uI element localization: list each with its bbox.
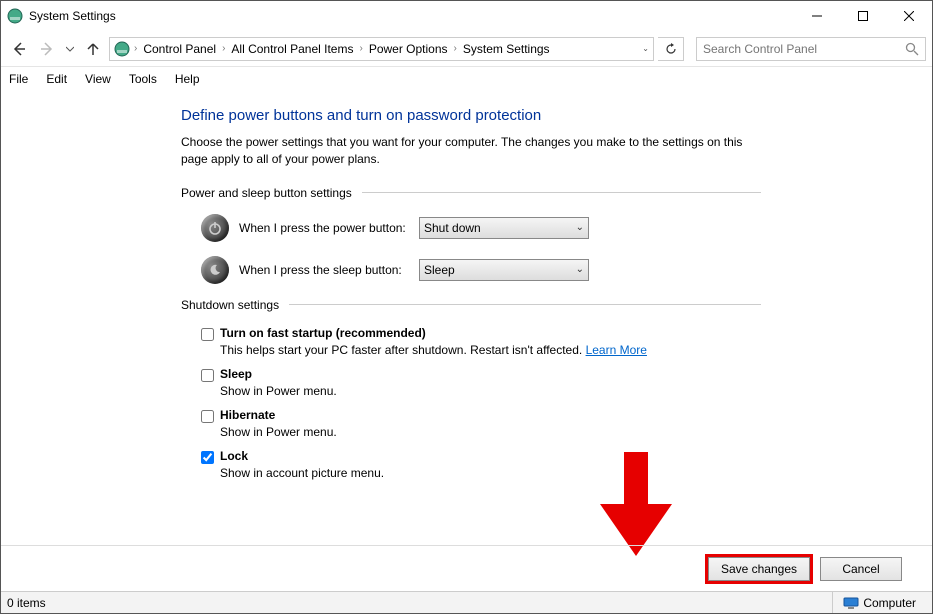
- main-content: Define power buttons and turn on passwor…: [1, 91, 932, 545]
- menu-view[interactable]: View: [85, 72, 111, 86]
- section-title: Shutdown settings: [181, 298, 279, 312]
- power-button-row: When I press the power button: Shut down…: [201, 214, 932, 242]
- sleep-button-label: When I press the sleep button:: [239, 263, 419, 277]
- minimize-button[interactable]: [794, 1, 840, 31]
- search-input[interactable]: [703, 42, 905, 56]
- sleep-button-select[interactable]: Sleep ⌄: [419, 259, 589, 281]
- up-button[interactable]: [81, 37, 105, 61]
- save-changes-button[interactable]: Save changes: [708, 557, 810, 581]
- breadcrumb-item[interactable]: Control Panel: [141, 42, 218, 56]
- chevron-right-icon[interactable]: ›: [454, 43, 457, 54]
- sleep-desc: Show in Power menu.: [220, 384, 932, 398]
- menu-file[interactable]: File: [9, 72, 28, 86]
- status-bar: 0 items Computer: [1, 591, 932, 613]
- navigation-bar: › Control Panel › All Control Panel Item…: [1, 31, 932, 67]
- search-box[interactable]: [696, 37, 926, 61]
- chevron-right-icon[interactable]: ›: [134, 43, 137, 54]
- page-description: Choose the power settings that you want …: [181, 134, 761, 168]
- menu-help[interactable]: Help: [175, 72, 200, 86]
- forward-button[interactable]: [35, 37, 59, 61]
- window-title: System Settings: [29, 9, 794, 23]
- breadcrumb-item[interactable]: All Control Panel Items: [229, 42, 355, 56]
- chevron-right-icon[interactable]: ›: [222, 43, 225, 54]
- power-button-label: When I press the power button:: [239, 221, 419, 235]
- computer-icon: [843, 597, 859, 609]
- fast-startup-desc: This helps start your PC faster after sh…: [220, 343, 932, 357]
- chevron-down-icon: ⌄: [576, 264, 584, 275]
- lock-label: Lock: [220, 449, 248, 463]
- breadcrumb-item[interactable]: System Settings: [461, 42, 552, 56]
- chevron-down-icon[interactable]: ⌄: [642, 44, 649, 53]
- sleep-label: Sleep: [220, 367, 252, 381]
- status-items: 0 items: [7, 596, 832, 610]
- lock-checkbox[interactable]: [201, 451, 214, 464]
- menu-edit[interactable]: Edit: [46, 72, 67, 86]
- sleep-icon: [201, 256, 229, 284]
- title-bar: System Settings: [1, 1, 932, 31]
- hibernate-label: Hibernate: [220, 408, 275, 422]
- sleep-button-row: When I press the sleep button: Sleep ⌄: [201, 256, 932, 284]
- fast-startup-checkbox[interactable]: [201, 328, 214, 341]
- power-icon: [201, 214, 229, 242]
- address-bar[interactable]: › Control Panel › All Control Panel Item…: [109, 37, 654, 61]
- close-button[interactable]: [886, 1, 932, 31]
- footer-buttons: Save changes Cancel: [1, 545, 932, 591]
- menu-bar: File Edit View Tools Help: [1, 67, 932, 91]
- select-value: Shut down: [424, 221, 481, 235]
- status-computer[interactable]: Computer: [832, 592, 926, 613]
- back-button[interactable]: [7, 37, 31, 61]
- fast-startup-label: Turn on fast startup (recommended): [220, 326, 426, 340]
- chevron-right-icon[interactable]: ›: [359, 43, 362, 54]
- maximize-button[interactable]: [840, 1, 886, 31]
- menu-tools[interactable]: Tools: [129, 72, 157, 86]
- select-value: Sleep: [424, 263, 455, 277]
- hibernate-checkbox[interactable]: [201, 410, 214, 423]
- search-icon: [905, 42, 919, 56]
- lock-desc: Show in account picture menu.: [220, 466, 932, 480]
- page-heading: Define power buttons and turn on passwor…: [181, 107, 932, 124]
- section-shutdown: Shutdown settings: [181, 298, 761, 312]
- hibernate-desc: Show in Power menu.: [220, 425, 932, 439]
- learn-more-link[interactable]: Learn More: [586, 343, 647, 357]
- section-power-sleep: Power and sleep button settings: [181, 186, 761, 200]
- chevron-down-icon: ⌄: [576, 222, 584, 233]
- power-options-icon: [7, 8, 23, 24]
- power-options-icon: [114, 41, 130, 57]
- sleep-checkbox[interactable]: [201, 369, 214, 382]
- cancel-button[interactable]: Cancel: [820, 557, 902, 581]
- power-button-select[interactable]: Shut down ⌄: [419, 217, 589, 239]
- section-title: Power and sleep button settings: [181, 186, 352, 200]
- refresh-button[interactable]: [658, 37, 684, 61]
- recent-locations-button[interactable]: [63, 37, 77, 61]
- breadcrumb-item[interactable]: Power Options: [367, 42, 450, 56]
